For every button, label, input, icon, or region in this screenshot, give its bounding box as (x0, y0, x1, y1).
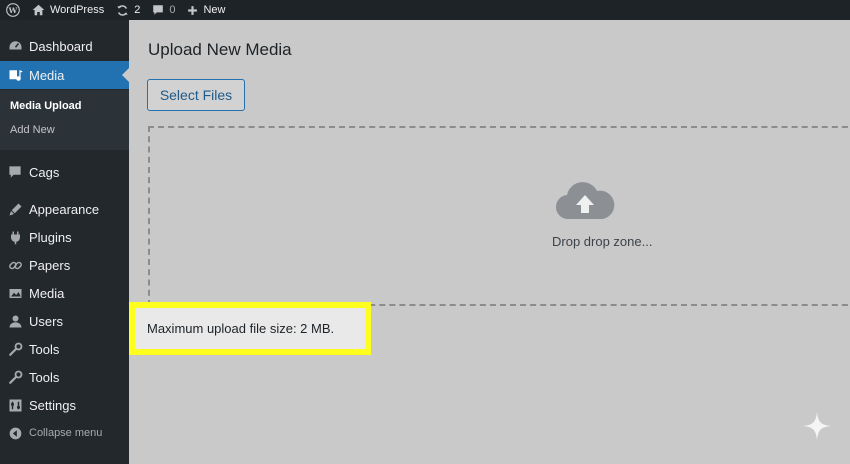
updates-link[interactable]: 2 (110, 0, 146, 20)
comments-link[interactable]: 0 (146, 0, 181, 20)
sidebar-item-label: Appearance (29, 201, 100, 217)
sidebar-item-cags[interactable]: Cags (0, 158, 129, 186)
select-files-button[interactable]: Select Files (147, 79, 245, 111)
sidebar-item-label: Tools (29, 369, 60, 385)
media-library-icon (7, 285, 23, 301)
plus-icon (187, 5, 198, 16)
updates-icon (116, 4, 129, 17)
sidebar-item-appearance[interactable]: Appearance (0, 195, 129, 223)
collapse-arrow-icon (7, 425, 23, 441)
media-icon (7, 67, 23, 83)
wordpress-logo-icon[interactable]: W (0, 0, 26, 20)
drop-zone[interactable] (148, 126, 850, 306)
comments-icon (7, 164, 23, 180)
media-submenu: Media Upload Add New (0, 90, 129, 150)
site-name-link[interactable]: WordPress (26, 0, 110, 20)
tools-icon (7, 369, 23, 385)
sidebar-item-papers[interactable]: Papers (0, 251, 129, 279)
sidebar-item-label: Plugins (29, 229, 72, 245)
sidebar-item-users[interactable]: Users (0, 307, 129, 335)
tools-icon (7, 341, 23, 357)
sidebar-item-label: Settings (29, 397, 76, 413)
sidebar-item-plugins[interactable]: Plugins (0, 223, 129, 251)
home-icon (32, 4, 45, 16)
max-upload-size-highlight: Maximum upload file size: 2 MB. (129, 302, 371, 355)
main-content: Upload New Media Select Files Drop drop … (129, 20, 850, 464)
comments-count: 0 (169, 4, 176, 16)
submenu-item-media-upload[interactable]: Media Upload (10, 100, 82, 112)
sidebar-item-label: Users (29, 313, 63, 329)
cloud-upload-icon (555, 181, 615, 226)
admin-sidebar: Dashboard Media Media Upload Add New Cag… (0, 20, 129, 464)
collapse-menu-label: Collapse menu (29, 427, 103, 439)
sidebar-item-settings[interactable]: Settings (0, 391, 129, 419)
dashboard-icon (7, 38, 23, 54)
sidebar-item-media-library[interactable]: Media (0, 279, 129, 307)
sidebar-item-label: Tools (29, 341, 60, 357)
svg-text:W: W (8, 6, 18, 15)
users-icon (7, 313, 23, 329)
sidebar-item-label: Media (29, 67, 65, 83)
new-content-link[interactable]: New (181, 0, 231, 20)
sidebar-item-media[interactable]: Media (0, 61, 129, 89)
appearance-icon (7, 201, 23, 217)
max-upload-size-notice: Maximum upload file size: 2 MB. (135, 308, 365, 349)
sidebar-item-label: Dashboard (29, 38, 93, 54)
sidebar-item-tools-2[interactable]: Tools (0, 363, 129, 391)
admin-bar: W WordPress 2 0 New (0, 0, 850, 20)
sidebar-item-label: Media (29, 285, 65, 301)
sidebar-item-label: Cags (29, 164, 60, 180)
page-title: Upload New Media (148, 40, 292, 59)
submenu-item-add-new[interactable]: Add New (10, 124, 55, 136)
max-upload-size-text: Maximum upload file size: 2 MB. (147, 321, 335, 336)
collapse-menu-button[interactable]: Collapse menu (0, 419, 129, 447)
sidebar-item-tools[interactable]: Tools (0, 335, 129, 363)
settings-icon (7, 397, 23, 413)
drop-zone-text: Drop drop zone... (552, 234, 653, 249)
links-icon (7, 257, 23, 273)
site-name-label: WordPress (50, 4, 105, 16)
sidebar-item-dashboard[interactable]: Dashboard (0, 32, 129, 60)
updates-count: 2 (134, 4, 141, 16)
new-label: New (203, 4, 226, 16)
comment-bubble-icon (152, 4, 164, 16)
sidebar-item-label: Papers (29, 257, 71, 273)
plugins-icon (7, 229, 23, 245)
sparkle-icon (802, 411, 832, 446)
